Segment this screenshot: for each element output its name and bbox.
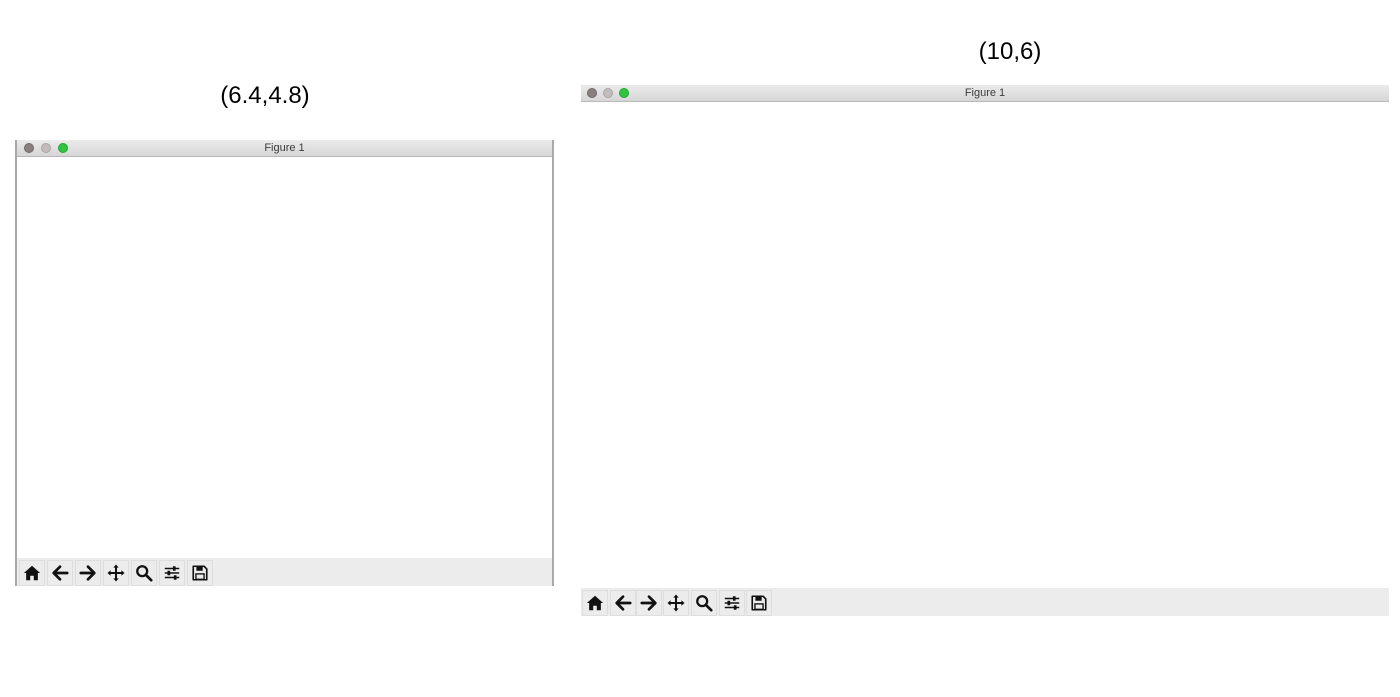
pan-button[interactable] <box>663 590 689 616</box>
home-icon <box>586 595 604 611</box>
screenshot-stage: (6.4,4.8) (10,6) Figure 1 Figure 1 <box>0 0 1400 697</box>
forward-arrow-icon <box>79 565 96 581</box>
figure-canvas[interactable] <box>581 102 1389 588</box>
back-arrow-icon <box>615 595 632 611</box>
zoom-button[interactable] <box>691 590 717 616</box>
figure-window-large: Figure 1 <box>581 85 1389 616</box>
pan-icon <box>107 564 125 582</box>
pan-button[interactable] <box>103 560 129 586</box>
save-icon <box>192 565 208 581</box>
figure-canvas[interactable] <box>17 157 552 558</box>
save-button[interactable] <box>187 560 213 586</box>
figsize-caption-left: (6.4,4.8) <box>220 82 310 109</box>
navigation-toolbar <box>581 588 1389 616</box>
forward-arrow-icon <box>640 595 657 611</box>
configure-subplots-icon <box>164 566 180 580</box>
home-button[interactable] <box>582 590 608 616</box>
pan-icon <box>667 594 685 612</box>
window-titlebar[interactable]: Figure 1 <box>581 85 1389 102</box>
back-arrow-icon <box>52 565 69 581</box>
configure-subplots-button[interactable] <box>159 560 185 586</box>
forward-button[interactable] <box>636 590 662 616</box>
home-button[interactable] <box>19 560 45 586</box>
save-icon <box>751 595 767 611</box>
zoom-icon <box>136 565 153 582</box>
figsize-caption-right: (10,6) <box>978 38 1042 65</box>
home-icon <box>23 565 41 581</box>
forward-button[interactable] <box>75 560 101 586</box>
configure-subplots-button[interactable] <box>719 590 745 616</box>
configure-subplots-icon <box>724 596 740 610</box>
window-title: Figure 1 <box>264 142 305 154</box>
window-titlebar[interactable]: Figure 1 <box>17 140 552 157</box>
figure-window-small: Figure 1 <box>15 140 554 586</box>
zoom-icon <box>696 595 713 612</box>
save-button[interactable] <box>746 590 772 616</box>
zoom-button[interactable] <box>131 560 157 586</box>
back-button[interactable] <box>47 560 73 586</box>
back-button[interactable] <box>610 590 636 616</box>
window-title: Figure 1 <box>964 87 1006 99</box>
navigation-toolbar <box>17 558 552 586</box>
